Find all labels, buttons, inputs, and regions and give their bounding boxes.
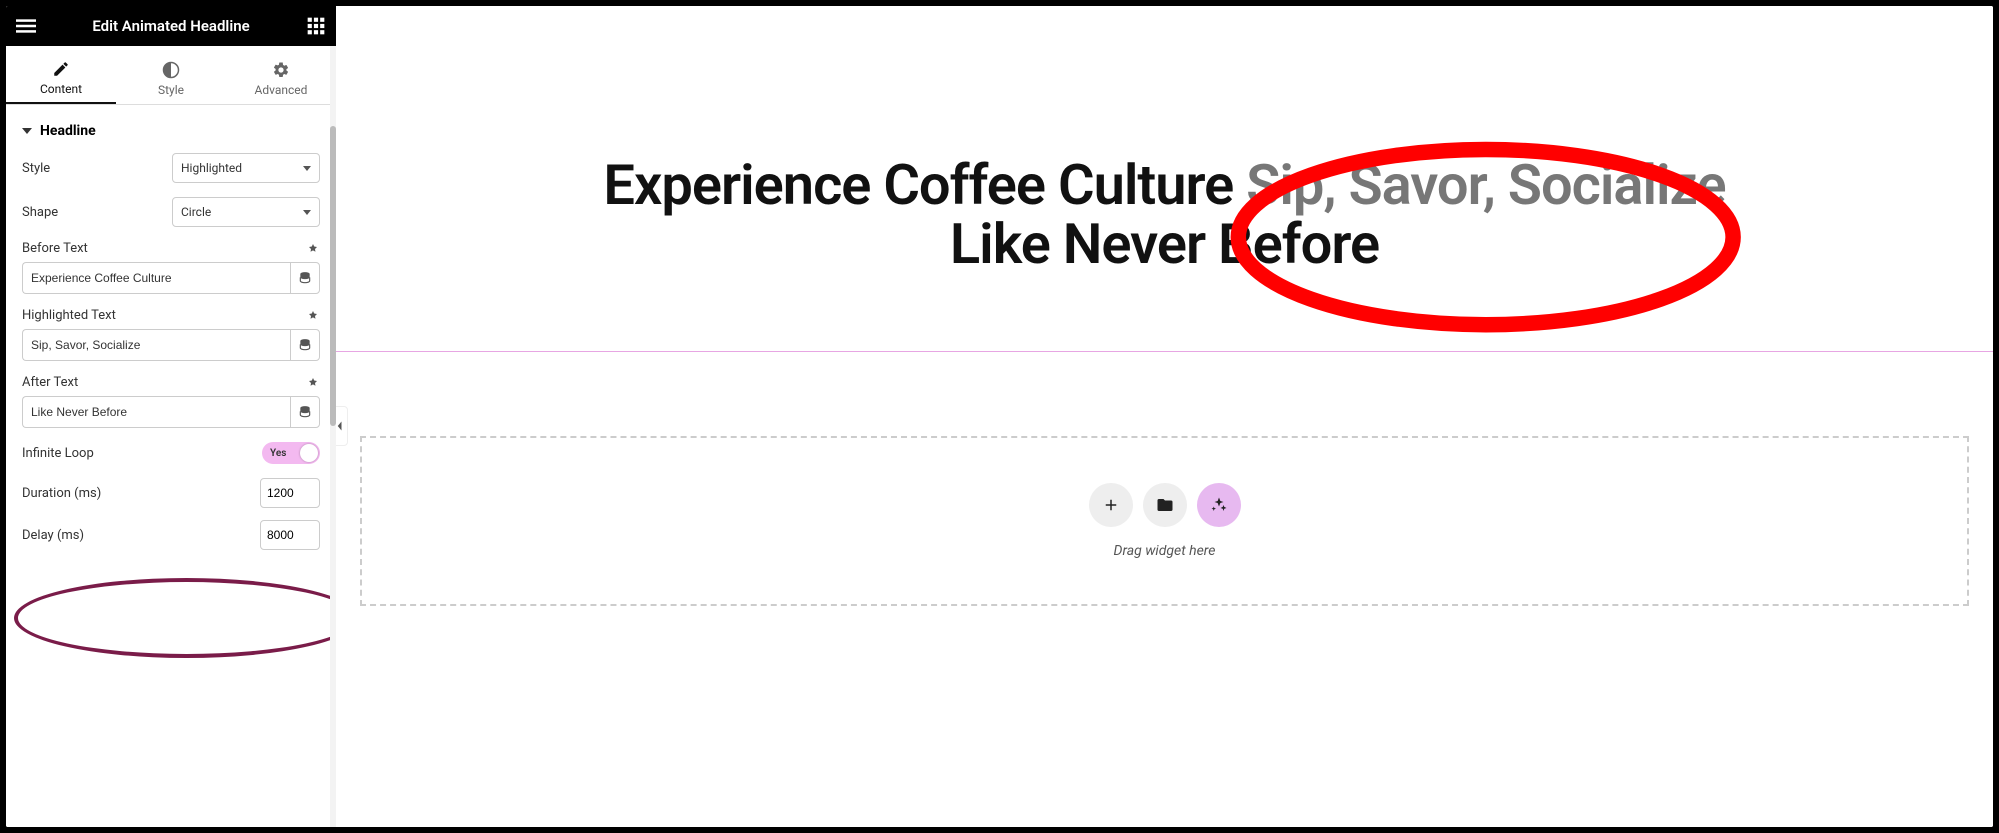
toggle-value-label: Yes [270,448,286,459]
highlighted-text-input[interactable] [22,329,290,361]
live-preview: Experience Coffee Culture Sip, Savor, So… [336,6,1993,274]
chevron-down-icon [303,166,311,171]
infinite-loop-label: Infinite Loop [22,446,94,461]
panel-collapse-handle[interactable] [336,406,348,446]
selection-indicator-line [336,351,1993,352]
tab-content-label: Content [40,82,82,96]
tab-advanced[interactable]: Advanced [226,46,336,104]
panel-tabs: Content Style Advanced [6,46,336,105]
section-headline-toggle[interactable]: Headline [22,105,320,153]
style-select-value: Highlighted [181,161,242,175]
infinite-loop-toggle[interactable]: Yes [262,442,320,464]
animated-headline[interactable]: Experience Coffee Culture Sip, Savor, So… [565,156,1765,274]
duration-label: Duration (ms) [22,486,101,501]
highlighted-text-db-button[interactable] [290,329,320,361]
after-text-input[interactable] [22,396,290,428]
after-text-label: After Text [22,375,78,390]
style-select[interactable]: Highlighted [172,153,320,183]
shape-select[interactable]: Circle [172,197,320,227]
dynamic-tags-icon[interactable] [306,242,320,256]
sparkle-icon [1210,496,1228,514]
panel-body: Headline Style Highlighted Shape Circle [6,105,336,827]
duration-input[interactable] [260,478,320,508]
headline-before: Experience Coffee Culture [603,152,1233,218]
editor-canvas: Experience Coffee Culture Sip, Savor, So… [336,6,1993,827]
before-text-input[interactable] [22,262,290,294]
style-label: Style [22,161,50,176]
ai-generate-button[interactable] [1197,483,1241,527]
drop-zone-label: Drag widget here [1114,543,1216,559]
tab-advanced-label: Advanced [255,83,308,97]
headline-after: Like Never Before [950,211,1379,277]
panel-title: Edit Animated Headline [92,17,249,35]
before-text-db-button[interactable] [290,262,320,294]
tab-style-label: Style [158,83,184,97]
plus-icon [1102,496,1120,514]
toggle-knob [300,444,318,462]
tab-content[interactable]: Content [6,46,116,104]
caret-down-icon [22,128,32,134]
tab-style[interactable]: Style [116,46,226,104]
section-headline-label: Headline [40,123,96,139]
dynamic-tags-icon[interactable] [306,309,320,323]
add-template-button[interactable] [1143,483,1187,527]
pencil-icon [52,60,70,78]
shape-select-value: Circle [181,205,211,219]
widget-grid-icon[interactable] [306,16,326,36]
editor-sidebar: Edit Animated Headline Content Style Adv… [6,6,336,827]
after-text-db-button[interactable] [290,396,320,428]
before-text-label: Before Text [22,241,88,256]
dynamic-tags-icon[interactable] [306,376,320,390]
highlighted-text-label: Highlighted Text [22,308,116,323]
gear-icon [272,61,290,79]
delay-label: Delay (ms) [22,528,84,543]
hamburger-icon[interactable] [16,16,36,36]
add-widget-button[interactable] [1089,483,1133,527]
sidebar-header: Edit Animated Headline [6,6,336,46]
headline-highlighted: Sip, Savor, Socialize [1246,152,1725,218]
drop-zone-actions [1089,483,1241,527]
folder-icon [1156,496,1174,514]
chevron-down-icon [303,210,311,215]
shape-label: Shape [22,205,58,220]
delay-input[interactable] [260,520,320,550]
widget-drop-zone[interactable]: Drag widget here [360,436,1969,606]
contrast-icon [162,61,180,79]
